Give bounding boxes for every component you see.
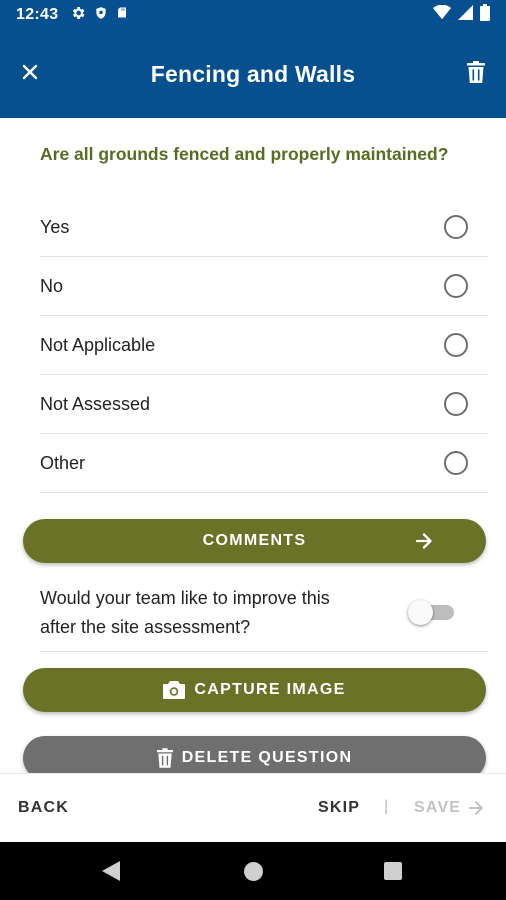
option-label: Not Applicable xyxy=(40,334,156,355)
arrow-right-icon xyxy=(468,801,484,815)
comments-button-label: COMMENTS xyxy=(202,532,307,549)
option-label: Other xyxy=(40,452,86,473)
page-title: Fencing and Walls xyxy=(150,60,356,87)
option-not-assessed[interactable]: Not Assessed xyxy=(40,375,488,434)
improve-toggle[interactable] xyxy=(408,598,456,626)
battery-icon xyxy=(480,4,490,26)
home-circle-icon[interactable] xyxy=(244,862,263,881)
radio-button[interactable] xyxy=(444,333,468,357)
footer-bar: BACK SKIP | SAVE xyxy=(0,773,506,842)
option-label: Yes xyxy=(40,216,70,237)
option-not-applicable[interactable]: Not Applicable xyxy=(40,316,488,375)
option-label: No xyxy=(40,275,64,296)
close-button[interactable] xyxy=(14,56,46,88)
delete-assessment-button[interactable] xyxy=(460,56,492,88)
delete-question-label: DELETE QUESTION xyxy=(181,749,353,766)
option-no[interactable]: No xyxy=(40,257,488,316)
footer-divider: | xyxy=(384,798,389,815)
trash-icon xyxy=(156,748,173,768)
arrow-right-icon xyxy=(414,531,434,556)
toggle-thumb xyxy=(408,600,433,625)
radio-button[interactable] xyxy=(444,392,468,416)
trash-icon xyxy=(467,61,485,83)
improve-row: Would your team like to improve this aft… xyxy=(40,580,488,652)
status-bar: 12:43 xyxy=(0,0,506,30)
wifi-icon xyxy=(433,4,451,25)
option-label: Not Assessed xyxy=(40,393,151,414)
recents-square-icon[interactable] xyxy=(384,862,402,880)
comments-button[interactable]: COMMENTS xyxy=(23,519,486,563)
signal-icon xyxy=(458,5,473,25)
app-bar: Fencing and Walls xyxy=(0,30,506,118)
status-right-icons xyxy=(433,4,490,26)
radio-button[interactable] xyxy=(444,274,468,298)
close-icon xyxy=(22,64,38,80)
option-yes[interactable]: Yes xyxy=(40,198,488,257)
question-text: Are all grounds fenced and properly main… xyxy=(40,144,449,164)
capture-image-button[interactable]: CAPTURE IMAGE xyxy=(23,668,486,712)
answer-options: Yes No Not Applicable Not Assessed Other xyxy=(40,198,488,493)
camera-icon xyxy=(163,681,186,699)
question-content: Are all grounds fenced and properly main… xyxy=(0,118,506,773)
delete-question-button[interactable]: DELETE QUESTION xyxy=(23,736,486,773)
improve-question: Would your team like to improve this aft… xyxy=(40,588,330,637)
option-other[interactable]: Other xyxy=(40,434,488,493)
radio-button[interactable] xyxy=(444,451,468,475)
capture-image-label: CAPTURE IMAGE xyxy=(194,681,346,698)
gear-icon xyxy=(70,5,86,26)
sd-card-icon xyxy=(116,5,128,25)
skip-button[interactable]: SKIP xyxy=(318,799,360,817)
save-button[interactable]: SAVE xyxy=(414,799,485,817)
shield-icon xyxy=(94,5,108,26)
back-triangle-icon[interactable] xyxy=(102,861,120,886)
radio-button[interactable] xyxy=(444,215,468,239)
status-left-icons xyxy=(70,5,128,26)
status-time: 12:43 xyxy=(16,6,59,23)
back-button[interactable]: BACK xyxy=(18,799,69,817)
save-button-label: SAVE xyxy=(414,799,462,816)
system-nav-bar xyxy=(0,842,506,900)
